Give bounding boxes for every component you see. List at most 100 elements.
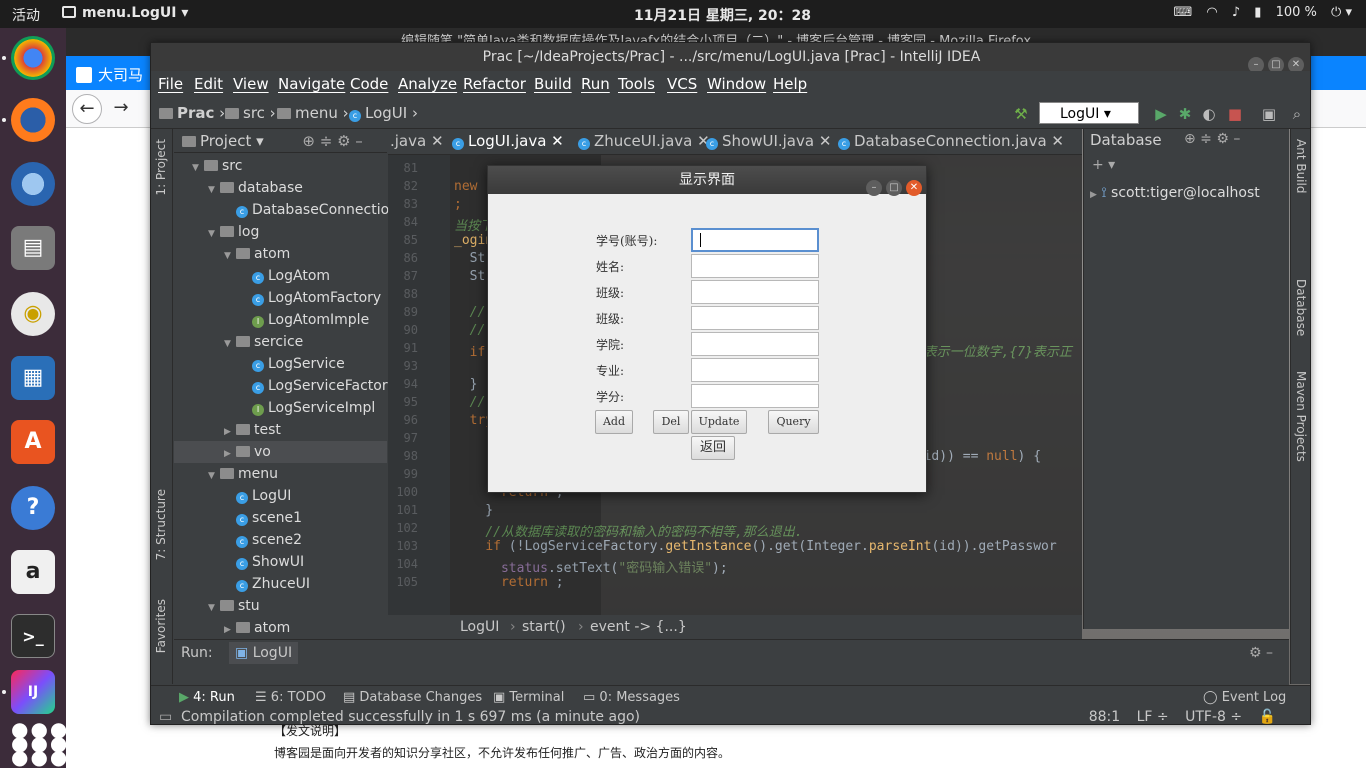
tab-favorites[interactable]: Favorites: [154, 599, 168, 653]
volume-icon[interactable]: ♪: [1232, 5, 1240, 20]
stop-icon[interactable]: ■: [1227, 106, 1243, 122]
run-tab-logui[interactable]: ▣ LogUI: [229, 642, 299, 664]
project-header[interactable]: Project ▾ ⊕ ≑ ⚙ –: [174, 129, 387, 153]
menu-tools[interactable]: Tools: [618, 75, 655, 93]
code-line[interactable]: if (!LogServiceFactory.getInstance().get…: [454, 539, 1056, 554]
tree-item[interactable]: c LogUI: [174, 485, 387, 507]
breadcrumb-menu[interactable]: menu ›: [277, 104, 349, 122]
field-input[interactable]: [691, 358, 819, 382]
code-line[interactable]: //: [454, 305, 486, 320]
tab-zhuceui[interactable]: c ZhuceUI.java ✕: [578, 132, 710, 150]
system-tray[interactable]: ⌨ ◠ ♪ ▮ 100 % ⏻ ▾: [1163, 5, 1352, 20]
expand-down-icon[interactable]: ▼: [224, 333, 236, 355]
close-icon[interactable]: ✕: [906, 180, 922, 196]
code-line[interactable]: status.setText("密码输入错误");: [454, 557, 728, 576]
files-icon[interactable]: ▤: [11, 226, 55, 270]
thunderbird-icon[interactable]: [11, 162, 55, 206]
back-button[interactable]: 返回: [691, 436, 735, 460]
menu-navigate[interactable]: Navigate: [278, 75, 345, 93]
tree-item[interactable]: I LogServiceImpl: [174, 397, 387, 419]
lock-icon[interactable]: 🔓: [1259, 709, 1276, 724]
file-encoding[interactable]: UTF-8 ÷: [1185, 709, 1242, 724]
menu-file[interactable]: File: [158, 75, 183, 93]
intellij-icon[interactable]: IJ: [11, 670, 55, 714]
code-line[interactable]: //: [454, 323, 486, 338]
tree-item[interactable]: c LogAtom: [174, 265, 387, 287]
forward-icon[interactable]: →: [106, 94, 136, 124]
update-button[interactable]: Update: [691, 410, 747, 434]
field-input[interactable]: [691, 254, 819, 278]
code-line[interactable]: }: [454, 377, 478, 392]
tree-item[interactable]: c ZhuceUI: [174, 573, 387, 595]
chrome-icon[interactable]: [11, 36, 55, 80]
code-line[interactable]: //: [454, 395, 486, 410]
crumb-event[interactable]: event -> {...}: [590, 615, 687, 639]
code-line[interactable]: ;: [454, 197, 462, 212]
activities-button[interactable]: 活动: [12, 5, 40, 25]
menu-code[interactable]: Code: [350, 75, 388, 93]
tree-item[interactable]: c LogServiceFactor: [174, 375, 388, 397]
tab-database[interactable]: Database: [1294, 279, 1308, 336]
tree-item[interactable]: ▶ atom: [174, 617, 387, 639]
crumb-logui[interactable]: LogUI: [460, 615, 499, 639]
battery-icon[interactable]: ▮: [1254, 5, 1261, 20]
code-line[interactable]: new: [454, 179, 477, 194]
menu-window[interactable]: Window: [707, 75, 766, 93]
tree-item[interactable]: c LogService: [174, 353, 387, 375]
firefox-icon[interactable]: [11, 98, 55, 142]
crumb-start[interactable]: start(): [522, 615, 566, 639]
db-toolbar-icons[interactable]: ⊕ ≑ ⚙ –: [1184, 131, 1240, 147]
tab-terminal[interactable]: ▣ Terminal: [493, 690, 564, 705]
tab-project[interactable]: 1: Project: [154, 139, 168, 196]
code-line[interactable]: St: [454, 251, 486, 266]
code-line[interactable]: St: [454, 269, 486, 284]
event-log[interactable]: ◯ Event Log: [1203, 690, 1286, 705]
menu-run[interactable]: Run: [581, 75, 610, 93]
expand-down-icon[interactable]: ▼: [208, 465, 220, 487]
expand-right-icon[interactable]: ▶: [224, 443, 236, 465]
tab-database-connection[interactable]: c DatabaseConnection.java ✕: [838, 132, 1064, 150]
expand-down-icon[interactable]: ▼: [224, 245, 236, 267]
line-separator[interactable]: LF ÷: [1137, 709, 1169, 724]
tree-item[interactable]: c LogAtomFactory: [174, 287, 387, 309]
expand-right-icon[interactable]: ▶: [224, 421, 236, 443]
run-icon[interactable]: ▶: [1153, 106, 1169, 122]
tab-logui[interactable]: c LogUI.java ✕: [452, 132, 564, 150]
breadcrumb-src[interactable]: src ›: [225, 104, 276, 122]
code-line[interactable]: //从数据库读取的密码和输入的密码不相等,那么退出.: [454, 521, 802, 540]
breadcrumb-project[interactable]: Prac ›: [159, 104, 225, 122]
back-icon[interactable]: ←: [72, 94, 102, 124]
tree-item[interactable]: ▼ stu: [174, 595, 387, 617]
tree-item[interactable]: ▼ log: [174, 221, 387, 243]
tree-item[interactable]: c DatabaseConnectio: [174, 199, 389, 221]
tab-messages[interactable]: ▭ 0: Messages: [583, 690, 680, 705]
menu-build[interactable]: Build: [534, 75, 572, 93]
help-icon[interactable]: ?: [11, 486, 55, 530]
software-center-icon[interactable]: A: [11, 420, 55, 464]
del-button[interactable]: Del: [653, 410, 689, 434]
search-icon[interactable]: ⌕: [1289, 106, 1305, 122]
tree-item[interactable]: ▼ src: [174, 155, 387, 177]
clock[interactable]: 11月21日 星期三, 20：28: [634, 5, 811, 25]
field-input[interactable]: [691, 306, 819, 330]
db-connection-row[interactable]: ▶ ⟟ scott:tiger@localhost: [1090, 185, 1260, 201]
tab-structure[interactable]: 7: Structure: [154, 489, 168, 560]
tree-item[interactable]: ▶ vo: [174, 441, 387, 463]
terminal-icon[interactable]: >_: [11, 614, 55, 658]
add-button[interactable]: Add: [595, 410, 633, 434]
maximize-icon[interactable]: □: [886, 180, 902, 196]
tree-item[interactable]: I LogAtomImple: [174, 309, 387, 331]
debug-icon[interactable]: ✱: [1177, 106, 1193, 122]
expand-down-icon[interactable]: ▼: [208, 597, 220, 619]
menu-refactor[interactable]: Refactor: [463, 75, 526, 93]
tree-item[interactable]: ▼ menu: [174, 463, 387, 485]
tab-ant-build[interactable]: Ant Build: [1294, 139, 1308, 193]
tree-item[interactable]: ▼ database: [174, 177, 387, 199]
run-config-select[interactable]: LogUI ▾: [1039, 102, 1139, 124]
tree-item[interactable]: ▼ sercice: [174, 331, 387, 353]
tab-run[interactable]: ▶ 4: Run: [179, 690, 235, 705]
menu-help[interactable]: Help: [773, 75, 807, 93]
menu-view[interactable]: View: [233, 75, 269, 93]
tab-showui[interactable]: c ShowUI.java ✕: [706, 132, 831, 150]
caret-position[interactable]: 88:1: [1089, 709, 1120, 724]
